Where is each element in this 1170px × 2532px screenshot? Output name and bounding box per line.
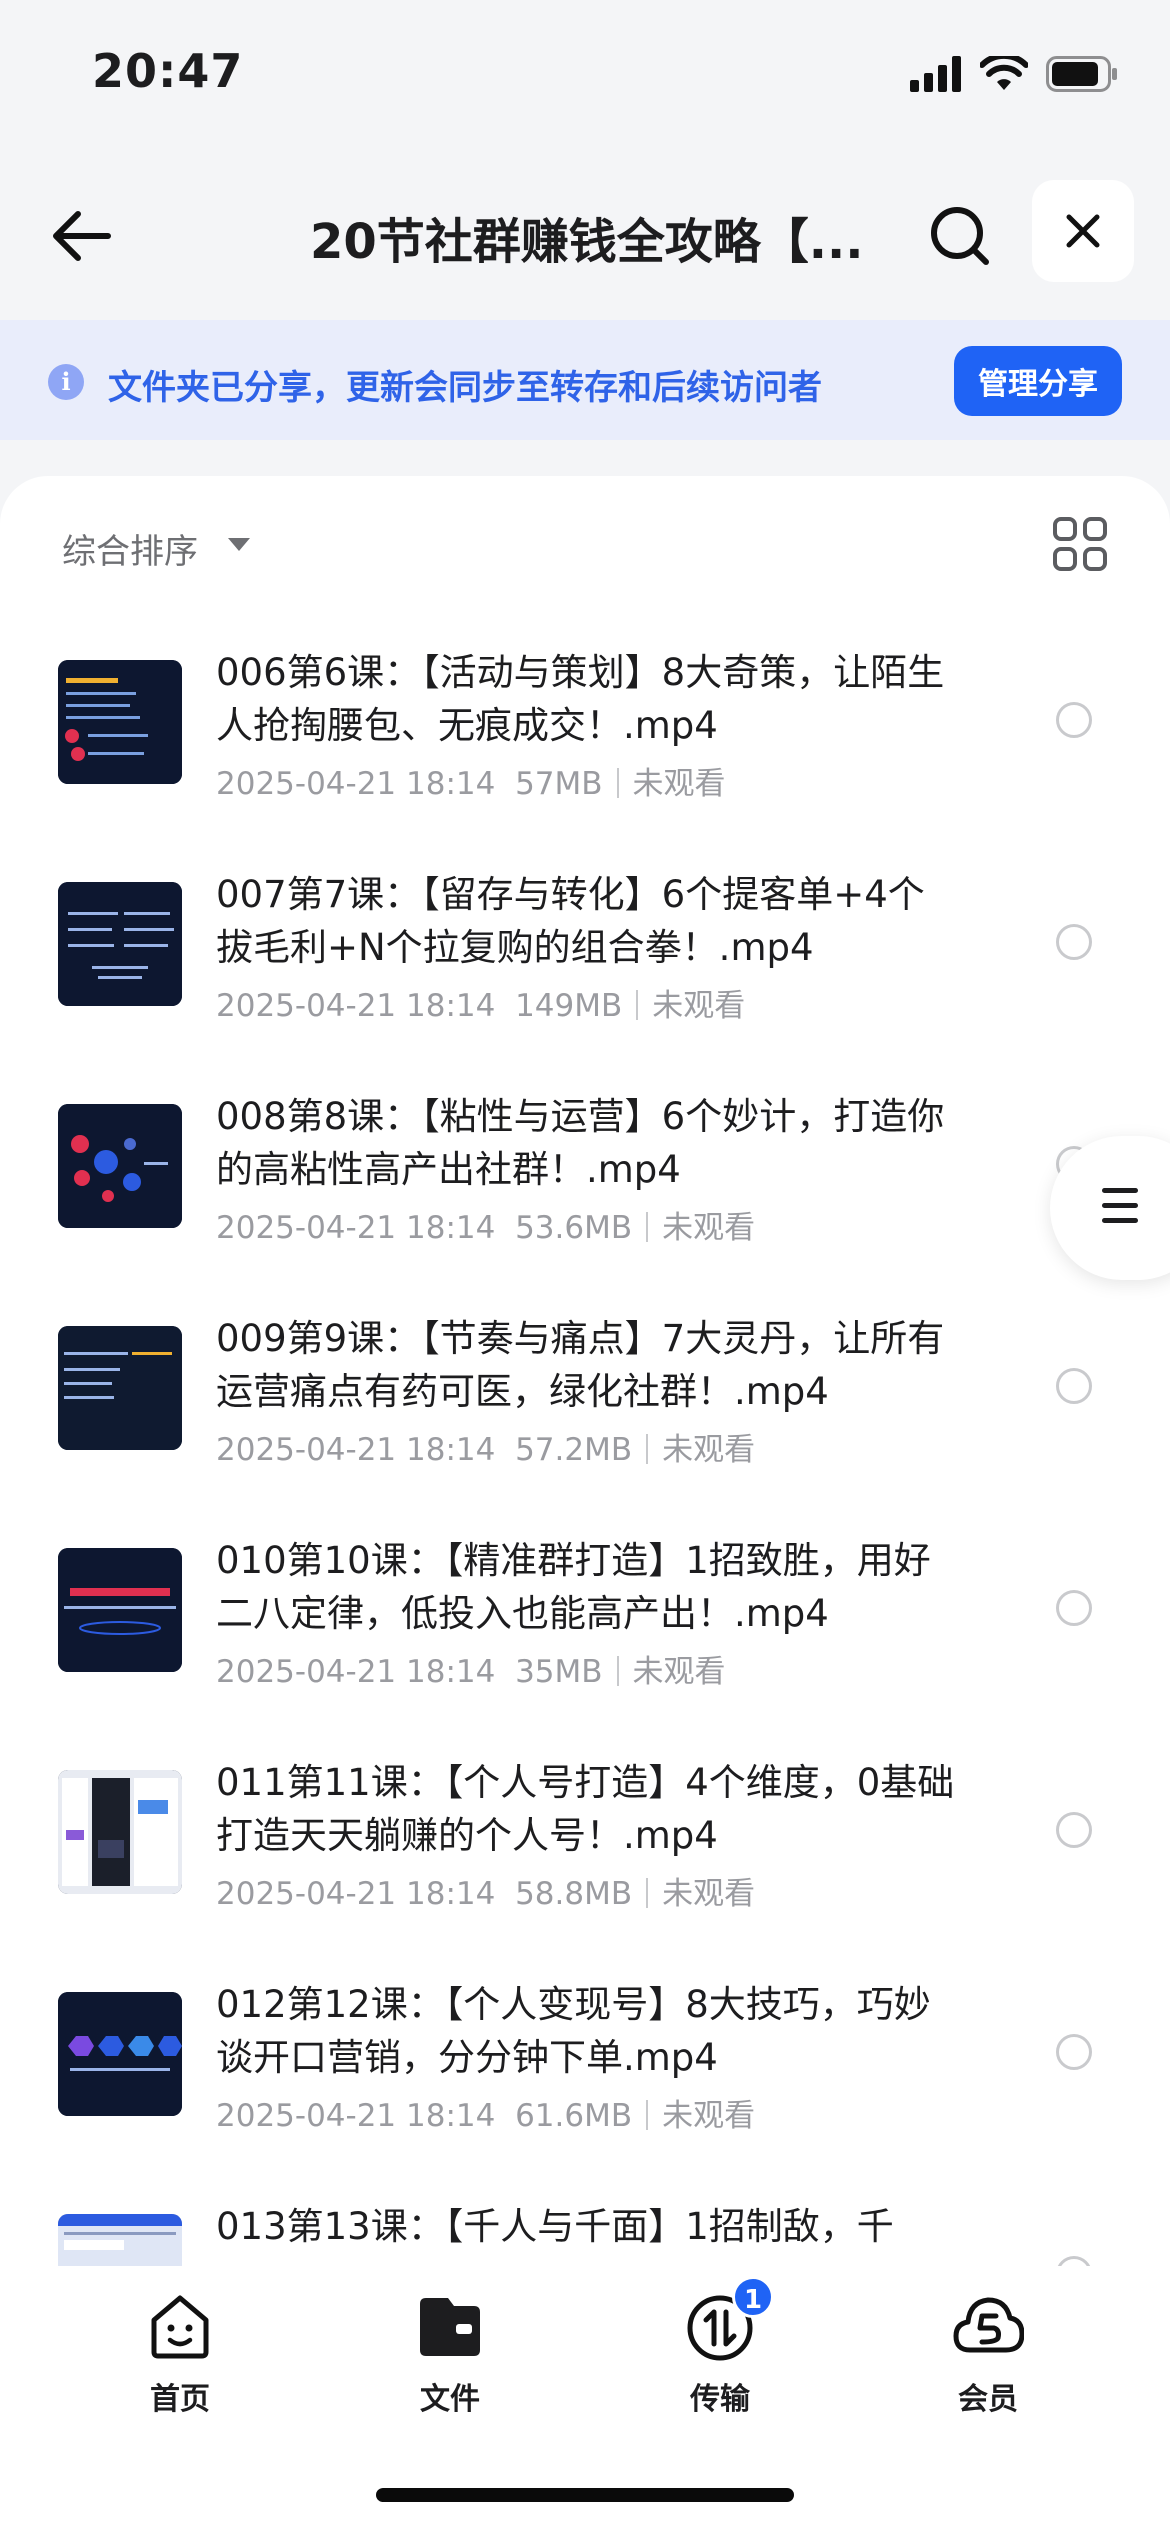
file-name: 013第13课：【千人与千面】1招制敌，千 xyxy=(216,2205,894,2248)
tab-vip[interactable]: 会员 xyxy=(898,2290,1078,2420)
file-meta: 2025-04-21 18:14 35MB 未观看 xyxy=(216,1646,726,1691)
file-size: 53.6MB xyxy=(515,1210,633,1246)
file-meta: 2025-04-21 18:14 57MB 未观看 xyxy=(216,758,726,803)
file-row[interactable]: 007第7课：【留存与转化】6个提客单+4个拔毛利+N个拉复购的组合拳！.mp4… xyxy=(0,868,1170,1090)
select-radio[interactable] xyxy=(1056,2256,1092,2266)
select-radio[interactable] xyxy=(1056,1590,1092,1626)
close-icon xyxy=(1066,214,1100,248)
file-date: 2025-04-21 18:14 xyxy=(216,1432,496,1468)
nav-bar: 20节社群赚钱全攻略【... xyxy=(0,150,1170,320)
video-thumbnail xyxy=(58,2214,182,2266)
select-radio[interactable] xyxy=(1056,702,1092,738)
file-row[interactable]: 009第9课：【节奏与痛点】7大灵丹，让所有运营痛点有药可医，绿化社群！.mp4… xyxy=(0,1312,1170,1534)
close-button[interactable] xyxy=(1032,180,1134,282)
file-name: 006第6课：【活动与策划】8大奇策，让陌生人抢掏腰包、无痕成交！.mp4 xyxy=(216,651,945,747)
video-thumbnail xyxy=(58,660,182,784)
folder-icon xyxy=(420,2298,480,2356)
file-size: 61.6MB xyxy=(515,2098,633,2134)
file-date: 2025-04-21 18:14 xyxy=(216,766,496,802)
file-meta: 2025-04-21 18:14 61.6MB 未观看 xyxy=(216,2090,755,2135)
file-row[interactable]: 010第10课：【精准群打造】1招致胜，用好二八定律，低投入也能高产出！.mp4… xyxy=(0,1534,1170,1756)
wifi-icon xyxy=(980,56,1028,90)
tab-home-label: 首页 xyxy=(150,2382,210,2417)
file-date: 2025-04-21 18:14 xyxy=(216,1654,496,1690)
share-banner: i 文件夹已分享，更新会同步至转存和后续访问者 管理分享 xyxy=(0,320,1170,440)
video-thumbnail xyxy=(58,1326,182,1450)
back-button[interactable] xyxy=(44,198,120,274)
menu-icon xyxy=(1102,1188,1138,1233)
file-name: 007第7课：【留存与转化】6个提客单+4个拔毛利+N个拉复购的组合拳！.mp4 xyxy=(216,873,925,969)
tab-vip-label: 会员 xyxy=(958,2382,1018,2417)
caret-down-icon[interactable] xyxy=(228,538,250,551)
tab-files-label: 文件 xyxy=(420,2382,480,2417)
watch-status: 未观看 xyxy=(652,988,746,1024)
file-date: 2025-04-21 18:14 xyxy=(216,1876,496,1912)
file-name: 008第8课：【粘性与运营】6个妙计，打造你的高粘性高产出社群！.mp4 xyxy=(216,1095,945,1191)
file-list-panel: 综合排序 006第6课：【活动与策划】8大奇策，让陌生人抢掏腰包、无痕成交！.m… xyxy=(0,476,1170,2266)
select-radio[interactable] xyxy=(1056,2034,1092,2070)
file-row[interactable]: 013第13课：【千人与千面】1招制敌，千 xyxy=(0,2200,1170,2266)
page-title: 20节社群赚钱全攻略【... xyxy=(310,214,864,270)
file-row[interactable]: 011第11课：【个人号打造】4个维度，0基础打造天天躺赚的个人号！.mp4 2… xyxy=(0,1756,1170,1978)
battery-icon xyxy=(1046,56,1117,92)
video-thumbnail xyxy=(58,1104,182,1228)
grid-view-icon[interactable] xyxy=(1052,516,1108,572)
file-meta: 2025-04-21 18:14 53.6MB 未观看 xyxy=(216,1202,755,1247)
file-size: 149MB xyxy=(515,988,623,1024)
watch-status: 未观看 xyxy=(662,2098,756,2134)
file-size: 35MB xyxy=(515,1654,603,1690)
cloud-vip-icon xyxy=(953,2297,1024,2353)
file-date: 2025-04-21 18:14 xyxy=(216,2098,496,2134)
video-thumbnail xyxy=(58,1992,182,2116)
smile-home-icon xyxy=(151,2295,209,2359)
status-icons xyxy=(910,52,1118,96)
file-date: 2025-04-21 18:14 xyxy=(216,988,496,1024)
file-name: 012第12课：【个人变现号】8大技巧，巧妙谈开口营销，分分钟下单.mp4 xyxy=(216,1983,931,2079)
watch-status: 未观看 xyxy=(662,1876,756,1912)
sort-dropdown[interactable]: 综合排序 xyxy=(62,524,198,573)
file-name: 009第9课：【节奏与痛点】7大灵丹，让所有运营痛点有药可医，绿化社群！.mp4 xyxy=(216,1317,945,1413)
tab-transfer[interactable]: 1 传输 xyxy=(630,2276,810,2420)
file-row[interactable]: 006第6课：【活动与策划】8大奇策，让陌生人抢掏腰包、无痕成交！.mp4 20… xyxy=(0,646,1170,868)
tab-files[interactable]: 文件 xyxy=(360,2290,540,2420)
file-size: 58.8MB xyxy=(515,1876,633,1912)
file-size: 57.2MB xyxy=(515,1432,633,1468)
watch-status: 未观看 xyxy=(632,766,726,802)
manage-share-button[interactable]: 管理分享 xyxy=(954,346,1122,416)
search-icon xyxy=(931,207,989,265)
video-thumbnail xyxy=(58,882,182,1006)
status-time: 20:47 xyxy=(92,44,244,98)
file-name: 010第10课：【精准群打造】1招致胜，用好二八定律，低投入也能高产出！.mp4 xyxy=(216,1539,931,1635)
file-name: 011第11课：【个人号打造】4个维度，0基础打造天天躺赚的个人号！.mp4 xyxy=(216,1761,955,1857)
file-date: 2025-04-21 18:14 xyxy=(216,1210,496,1246)
file-size: 57MB xyxy=(515,766,603,802)
file-meta: 2025-04-21 18:14 149MB 未观看 xyxy=(216,980,745,1025)
status-bar: 20:47 xyxy=(0,0,1170,150)
tab-transfer-label: 传输 xyxy=(690,2382,750,2417)
search-button[interactable] xyxy=(922,198,998,274)
tab-home[interactable]: 首页 xyxy=(90,2290,270,2420)
share-banner-text: 文件夹已分享，更新会同步至转存和后续访问者 xyxy=(108,368,822,408)
watch-status: 未观看 xyxy=(662,1432,756,1468)
sort-bar: 综合排序 xyxy=(0,476,1170,616)
file-list: 006第6课：【活动与策划】8大奇策，让陌生人抢掏腰包、无痕成交！.mp4 20… xyxy=(0,646,1170,2266)
watch-status: 未观看 xyxy=(632,1654,726,1690)
select-radio[interactable] xyxy=(1056,924,1092,960)
file-row[interactable]: 008第8课：【粘性与运营】6个妙计，打造你的高粘性高产出社群！.mp4 202… xyxy=(0,1090,1170,1312)
file-row[interactable]: 012第12课：【个人变现号】8大技巧，巧妙谈开口营销，分分钟下单.mp4 20… xyxy=(0,1978,1170,2200)
video-thumbnail xyxy=(58,1770,182,1894)
file-meta: 2025-04-21 18:14 58.8MB 未观看 xyxy=(216,1868,755,1913)
home-indicator xyxy=(376,2488,794,2502)
watch-status: 未观看 xyxy=(662,1210,756,1246)
info-icon: i xyxy=(48,364,84,400)
select-radio[interactable] xyxy=(1056,1812,1092,1848)
transfer-badge: 1 xyxy=(732,2276,774,2318)
signal-icon xyxy=(910,56,961,92)
back-arrow-icon xyxy=(53,211,111,261)
file-meta: 2025-04-21 18:14 57.2MB 未观看 xyxy=(216,1424,755,1469)
video-thumbnail xyxy=(58,1548,182,1672)
select-radio[interactable] xyxy=(1056,1368,1092,1404)
